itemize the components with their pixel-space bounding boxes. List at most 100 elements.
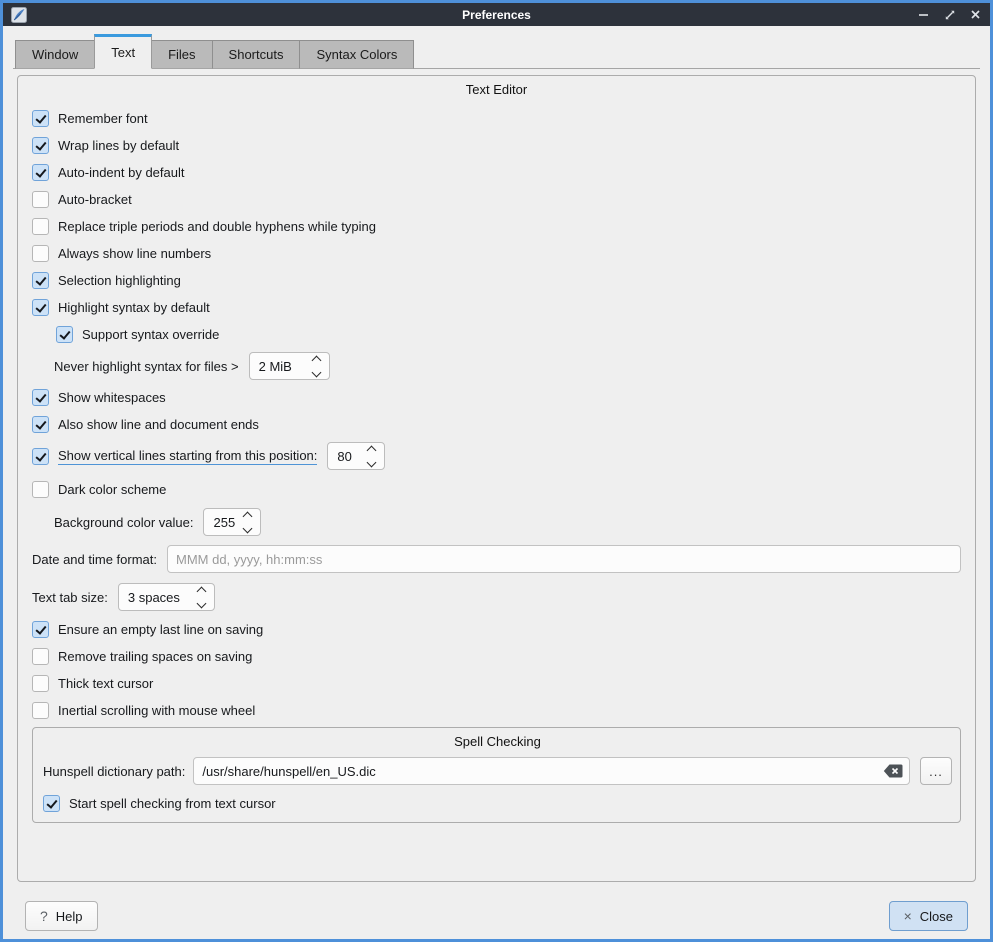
- spin-value: 80: [337, 449, 351, 464]
- checkbox-box[interactable]: [32, 621, 49, 638]
- group-title: Text Editor: [32, 80, 961, 100]
- checkbox-line-numbers[interactable]: Always show line numbers: [32, 245, 211, 262]
- checkbox-label: Auto-bracket: [58, 192, 132, 207]
- spin-up-icon[interactable]: [367, 445, 377, 455]
- close-icon[interactable]: [969, 8, 982, 21]
- checkbox-spell-from-cursor[interactable]: Start spell checking from text cursor: [43, 795, 276, 812]
- checkbox-box[interactable]: [32, 137, 49, 154]
- checkbox-dark-scheme[interactable]: Dark color scheme: [32, 481, 166, 498]
- tab-bar: Window Text Files Shortcuts Syntax Color…: [15, 34, 990, 69]
- maximize-icon[interactable]: [943, 8, 956, 21]
- checkbox-vertical-lines[interactable]: Show vertical lines starting from this p…: [32, 448, 317, 465]
- spin-up-icon[interactable]: [243, 511, 253, 521]
- checkbox-box[interactable]: [32, 191, 49, 208]
- checkbox-remember-font[interactable]: Remember font: [32, 110, 148, 127]
- browse-button[interactable]: ...: [920, 757, 952, 785]
- dialog-footer: ? Help × Close: [13, 901, 980, 931]
- checkbox-box[interactable]: [32, 702, 49, 719]
- tab-size-label: Text tab size:: [32, 590, 108, 605]
- checkbox-show-whitespaces[interactable]: Show whitespaces: [32, 389, 166, 406]
- checkbox-label: Selection highlighting: [58, 273, 181, 288]
- checkbox-box[interactable]: [32, 272, 49, 289]
- checkbox-label: Dark color scheme: [58, 482, 166, 497]
- checkbox-syntax-override[interactable]: Support syntax override: [56, 326, 219, 343]
- syntax-size-spinbox[interactable]: 2 MiB: [249, 352, 330, 380]
- never-highlight-label: Never highlight syntax for files >: [32, 359, 239, 374]
- preferences-window: Preferences Window Text Fi: [0, 0, 993, 942]
- spinner-buttons[interactable]: [189, 588, 214, 607]
- checkbox-box[interactable]: [32, 448, 49, 465]
- spin-value: 3 spaces: [128, 590, 180, 605]
- checkbox-selection-highlighting[interactable]: Selection highlighting: [32, 272, 181, 289]
- datetime-format-input[interactable]: [167, 545, 961, 573]
- checkbox-label: Replace triple periods and double hyphen…: [58, 219, 376, 234]
- spin-value: 255: [213, 515, 235, 530]
- hunspell-path-label: Hunspell dictionary path:: [43, 764, 185, 779]
- tab-syntax-colors[interactable]: Syntax Colors: [299, 40, 414, 69]
- clear-field-icon[interactable]: [883, 764, 903, 778]
- close-button[interactable]: × Close: [889, 901, 968, 931]
- close-button-label: Close: [920, 909, 953, 924]
- spin-down-icon[interactable]: [243, 523, 253, 533]
- checkbox-label: Wrap lines by default: [58, 138, 179, 153]
- checkbox-box[interactable]: [32, 299, 49, 316]
- checkbox-inertial-scrolling[interactable]: Inertial scrolling with mouse wheel: [32, 702, 255, 719]
- checkbox-highlight-syntax[interactable]: Highlight syntax by default: [32, 299, 210, 316]
- checkbox-box[interactable]: [32, 245, 49, 262]
- checkbox-auto-indent[interactable]: Auto-indent by default: [32, 164, 184, 181]
- options-list: Remember font Wrap lines by default Auto…: [32, 105, 961, 823]
- checkbox-box[interactable]: [32, 416, 49, 433]
- close-x-icon: ×: [904, 909, 912, 923]
- spin-up-icon[interactable]: [196, 586, 206, 596]
- window-controls: [917, 8, 982, 21]
- spinner-buttons[interactable]: [304, 357, 329, 376]
- tab-window[interactable]: Window: [15, 40, 95, 69]
- checkbox-box[interactable]: [43, 795, 60, 812]
- checkbox-box[interactable]: [32, 389, 49, 406]
- spinner-buttons[interactable]: [359, 447, 384, 466]
- hunspell-path-input[interactable]: [193, 757, 910, 785]
- spin-value: 2 MiB: [259, 359, 292, 374]
- text-editor-group: Text Editor Remember font Wrap lines by …: [17, 75, 976, 882]
- spin-down-icon[interactable]: [196, 598, 206, 608]
- checkbox-wrap-lines[interactable]: Wrap lines by default: [32, 137, 179, 154]
- background-color-spinbox[interactable]: 255: [203, 508, 261, 536]
- window-title: Preferences: [3, 8, 990, 22]
- tab-text[interactable]: Text: [94, 34, 152, 69]
- help-button[interactable]: ? Help: [25, 901, 98, 931]
- tab-size-spinbox[interactable]: 3 spaces: [118, 583, 215, 611]
- checkbox-thick-cursor[interactable]: Thick text cursor: [32, 675, 153, 692]
- checkbox-label: Remove trailing spaces on saving: [58, 649, 252, 664]
- spin-down-icon[interactable]: [311, 367, 321, 377]
- checkbox-box[interactable]: [32, 675, 49, 692]
- checkbox-label: Remember font: [58, 111, 148, 126]
- spell-group-title: Spell Checking: [43, 730, 952, 754]
- text-tab-pane: Text Editor Remember font Wrap lines by …: [13, 68, 980, 939]
- checkbox-label: Inertial scrolling with mouse wheel: [58, 703, 255, 718]
- checkbox-label: Always show line numbers: [58, 246, 211, 261]
- checkbox-empty-last-line[interactable]: Ensure an empty last line on saving: [32, 621, 263, 638]
- checkbox-box[interactable]: [32, 218, 49, 235]
- checkbox-box[interactable]: [32, 110, 49, 127]
- checkbox-box[interactable]: [32, 481, 49, 498]
- checkbox-box[interactable]: [56, 326, 73, 343]
- checkbox-box[interactable]: [32, 648, 49, 665]
- tab-shortcuts[interactable]: Shortcuts: [212, 40, 301, 69]
- minimize-icon[interactable]: [917, 8, 930, 21]
- hunspell-path-wrapper: [193, 757, 910, 785]
- spin-up-icon[interactable]: [311, 355, 321, 365]
- help-question-icon: ?: [40, 909, 48, 923]
- checkbox-line-document-ends[interactable]: Also show line and document ends: [32, 416, 259, 433]
- checkbox-auto-bracket[interactable]: Auto-bracket: [32, 191, 132, 208]
- background-color-label: Background color value:: [32, 515, 193, 530]
- spinner-buttons[interactable]: [235, 513, 260, 532]
- vertical-line-position-spinbox[interactable]: 80: [327, 442, 385, 470]
- tab-files[interactable]: Files: [151, 40, 212, 69]
- datetime-format-label: Date and time format:: [32, 552, 157, 567]
- checkbox-box[interactable]: [32, 164, 49, 181]
- spin-down-icon[interactable]: [367, 457, 377, 467]
- checkbox-replace-periods[interactable]: Replace triple periods and double hyphen…: [32, 218, 376, 235]
- checkbox-label: Support syntax override: [82, 327, 219, 342]
- checkbox-label: Show vertical lines starting from this p…: [58, 448, 317, 465]
- checkbox-remove-trailing[interactable]: Remove trailing spaces on saving: [32, 648, 252, 665]
